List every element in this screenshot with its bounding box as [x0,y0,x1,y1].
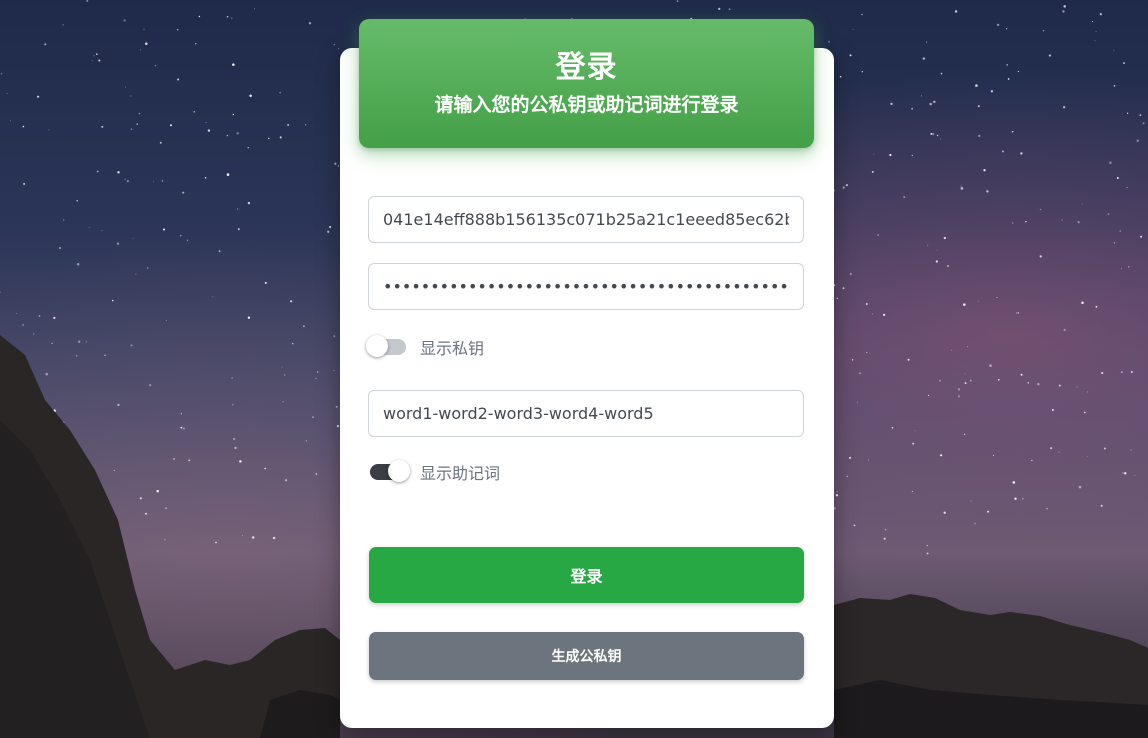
generate-keys-button[interactable]: 生成公私钥 [369,632,804,680]
mnemonic-input[interactable] [368,390,804,437]
show-mnemonic-row: 显示助记词 [366,458,500,486]
login-card-header: 登录 请输入您的公私钥或助记词进行登录 [359,19,814,148]
show-private-key-toggle[interactable] [366,335,408,359]
login-card [340,48,834,728]
show-private-key-label: 显示私钥 [420,339,485,358]
toggle-thumb [388,460,410,482]
page-title: 登录 [555,51,618,84]
toggle-thumb [366,335,388,357]
show-mnemonic-toggle[interactable] [366,460,410,484]
private-key-input[interactable] [368,263,804,310]
show-mnemonic-label: 显示助记词 [420,464,501,483]
show-private-key-row: 显示私钥 [366,333,484,361]
page-subtitle: 请输入您的公私钥或助记词进行登录 [434,95,739,116]
login-button[interactable]: 登录 [369,547,804,603]
public-key-input[interactable] [368,196,804,243]
